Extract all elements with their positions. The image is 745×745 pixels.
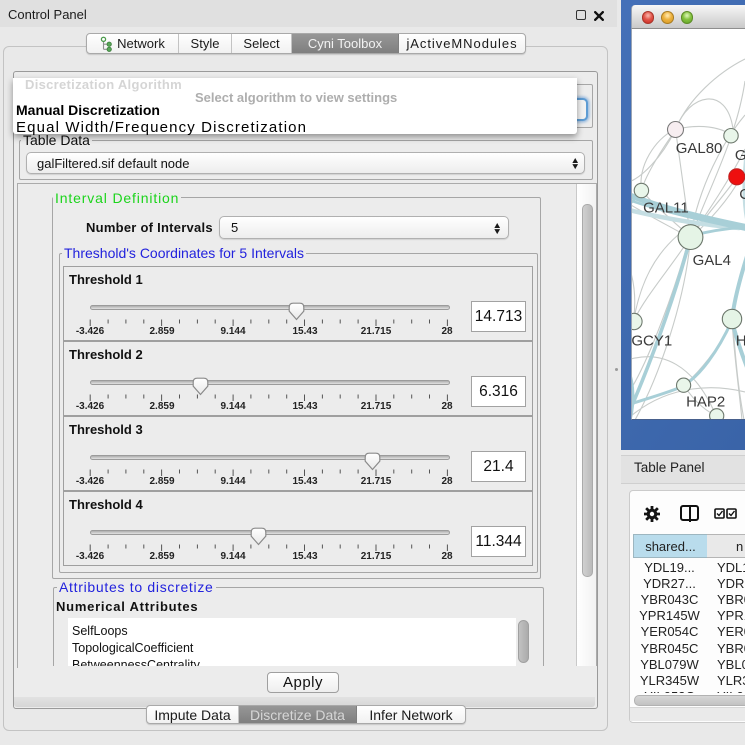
svg-text:GCY1: GCY1	[631, 332, 672, 349]
svg-text:GA: GA	[735, 147, 745, 164]
svg-text:GAL4: GAL4	[693, 252, 731, 269]
svg-text:HAP2: HAP2	[686, 393, 725, 410]
svg-text:GAL80: GAL80	[676, 140, 723, 157]
svg-text:HA: HA	[736, 332, 745, 349]
svg-text:GAL11: GAL11	[643, 200, 689, 217]
svg-text:CY: CY	[739, 186, 745, 203]
